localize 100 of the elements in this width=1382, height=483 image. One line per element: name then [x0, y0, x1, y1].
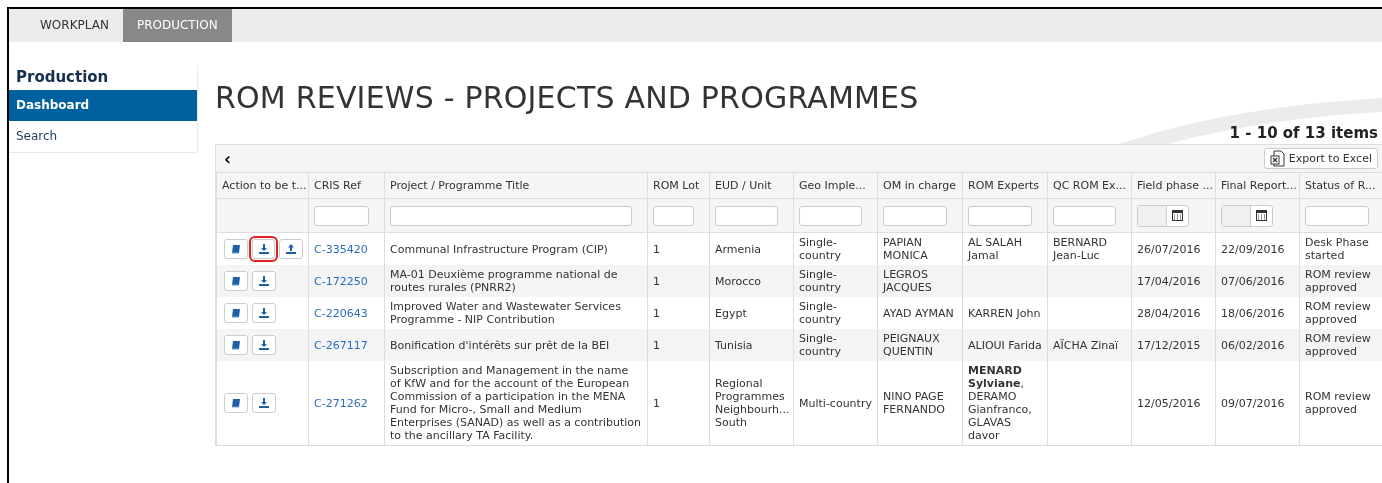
table-cell: NINO PAGE FERNANDO	[883, 390, 946, 416]
sidebar-heading: Production	[15, 67, 110, 88]
back-button[interactable]: ‹	[222, 148, 233, 169]
filter-field[interactable]	[314, 205, 369, 226]
table-cell: Communal Infrastructure Program (CIP)	[390, 242, 608, 256]
calendar-icon[interactable]	[1172, 210, 1183, 221]
nav-tab[interactable]: WORKPLAN	[26, 9, 123, 42]
sidebar-item[interactable]: Search	[9, 121, 197, 152]
filter-field[interactable]	[883, 205, 947, 226]
sidebar-item[interactable]: Dashboard	[9, 90, 197, 121]
table-cell: 17/04/2016	[1137, 274, 1201, 288]
column-header[interactable]: Action to be t...	[216, 173, 309, 199]
cris-ref-link[interactable]: C-220643	[314, 306, 368, 320]
table-cell: Tunisia	[715, 338, 753, 352]
table-cell: Egypt	[715, 306, 747, 320]
download-button[interactable]	[252, 271, 276, 291]
filter-field[interactable]	[799, 205, 862, 226]
table-cell: LEGROS JACQUES	[883, 268, 932, 294]
book-icon	[231, 276, 241, 286]
column-header[interactable]: Field phase ...	[1131, 173, 1216, 199]
cris-ref-link[interactable]: C-335420	[314, 242, 368, 256]
column-header[interactable]: Status of R...	[1299, 173, 1382, 199]
table-cell: AYAD AYMAN	[883, 306, 954, 320]
table-cell: BERNARD Jean-Luc	[1053, 236, 1107, 262]
table-cell: ROM review approved	[1305, 300, 1371, 326]
filter-field[interactable]	[968, 205, 1032, 226]
table-cell: MENARD Sylviane, DERAMO Gianfranco, GLAVAS davor	[968, 364, 1032, 442]
table-cell: Bonification d'intérêts sur prêt de la BEI	[390, 338, 610, 352]
book-button[interactable]	[224, 393, 248, 413]
table-cell: 06/02/2016	[1221, 338, 1285, 352]
download-icon	[258, 244, 269, 254]
table-cell: PEIGNAUX QUENTIN	[883, 332, 940, 358]
book-icon	[231, 308, 241, 318]
table-cell: PAPIAN MONICA	[883, 236, 928, 262]
pager-summary: 1 - 10 of 13 items	[1229, 124, 1379, 144]
filter-field[interactable]	[653, 205, 694, 226]
column-header[interactable]: OM in charge	[877, 173, 963, 199]
table-cell: Improved Water and Wastewater Services Programme - NIP Contribution	[390, 300, 621, 326]
table-cell: 28/04/2016	[1137, 306, 1201, 320]
book-button[interactable]	[224, 239, 248, 259]
table-cell: 12/05/2016	[1137, 396, 1201, 410]
filter-field[interactable]	[715, 205, 778, 226]
table-cell: Single-country	[799, 268, 842, 294]
table-cell: Morocco	[715, 274, 762, 288]
column-header[interactable]: CRIS Ref	[308, 173, 385, 199]
column-header[interactable]: Project / Programme Title	[384, 173, 648, 199]
table-cell: 1	[653, 306, 660, 320]
download-icon	[259, 276, 269, 286]
table-cell: Single-country	[799, 236, 842, 262]
download-button[interactable]	[252, 303, 276, 323]
table-cell: Single-country	[799, 300, 842, 326]
table-cell: AÏCHA Zinaï	[1053, 338, 1119, 352]
download-button[interactable]	[251, 239, 276, 259]
table-cell: ROM review approved	[1305, 390, 1371, 416]
table-cell: 18/06/2016	[1221, 306, 1285, 320]
column-header[interactable]: QC ROM Ex...	[1047, 173, 1132, 199]
book-button[interactable]	[224, 335, 248, 355]
table-cell: 1	[653, 242, 660, 256]
table-cell: 07/06/2016	[1221, 274, 1285, 288]
filter-field[interactable]	[1305, 205, 1369, 226]
table-cell: Armenia	[715, 242, 762, 256]
upload-button[interactable]	[279, 239, 303, 259]
book-button[interactable]	[224, 271, 248, 291]
book-icon	[231, 398, 241, 408]
calendar-icon[interactable]	[1256, 210, 1267, 221]
nav-tab[interactable]: PRODUCTION	[122, 9, 232, 42]
filter-field[interactable]	[390, 205, 632, 226]
column-header[interactable]: Final Report...	[1215, 173, 1300, 199]
book-icon	[230, 244, 241, 254]
date-filter-field[interactable]	[1221, 204, 1273, 227]
column-header[interactable]: ROM Experts	[962, 173, 1048, 199]
table-cell: Desk Phase started	[1305, 236, 1369, 262]
export-button[interactable]: Export to Excel	[1263, 148, 1378, 169]
table-cell: Regional Programmes Neighbourh... South	[715, 377, 790, 429]
page-title: ROM REVIEWS - PROJECTS AND PROGRAMMES	[215, 80, 920, 116]
download-icon	[259, 308, 269, 318]
excel-file-icon	[1269, 150, 1285, 167]
table-cell: 09/07/2016	[1221, 396, 1285, 410]
download-icon	[259, 398, 269, 408]
book-icon	[231, 340, 241, 350]
table-cell: ROM review approved	[1305, 268, 1371, 294]
cris-ref-link[interactable]: C-271262	[314, 396, 368, 410]
table-cell: 1	[653, 338, 660, 352]
table-cell: Subscription and Management in the name of KfW and for the account of the European Commission of a participation in the MENA Fund for Micro-, Small and Medium Enterprises (SANAD) as well as a contribution to the ancillary TA Facility.	[390, 364, 642, 442]
table-cell: 17/12/2015	[1137, 338, 1201, 352]
filter-field[interactable]	[1053, 205, 1116, 226]
column-header[interactable]: ROM Lot	[647, 173, 710, 199]
book-button[interactable]	[224, 303, 248, 323]
download-icon	[259, 340, 269, 350]
date-filter-field[interactable]	[1137, 204, 1189, 227]
table-cell: Single-country	[799, 332, 842, 358]
table-cell: 1	[653, 396, 660, 410]
table-cell: 22/09/2016	[1221, 242, 1285, 256]
download-button[interactable]	[252, 335, 276, 355]
column-header[interactable]: EUD / Unit	[709, 173, 794, 199]
table-cell: 26/07/2016	[1137, 242, 1201, 256]
table-cell: KARREN John	[968, 306, 1041, 320]
download-button[interactable]	[252, 393, 276, 413]
table-cell: 1	[653, 274, 660, 288]
column-header[interactable]: Geo Imple...	[793, 173, 878, 199]
